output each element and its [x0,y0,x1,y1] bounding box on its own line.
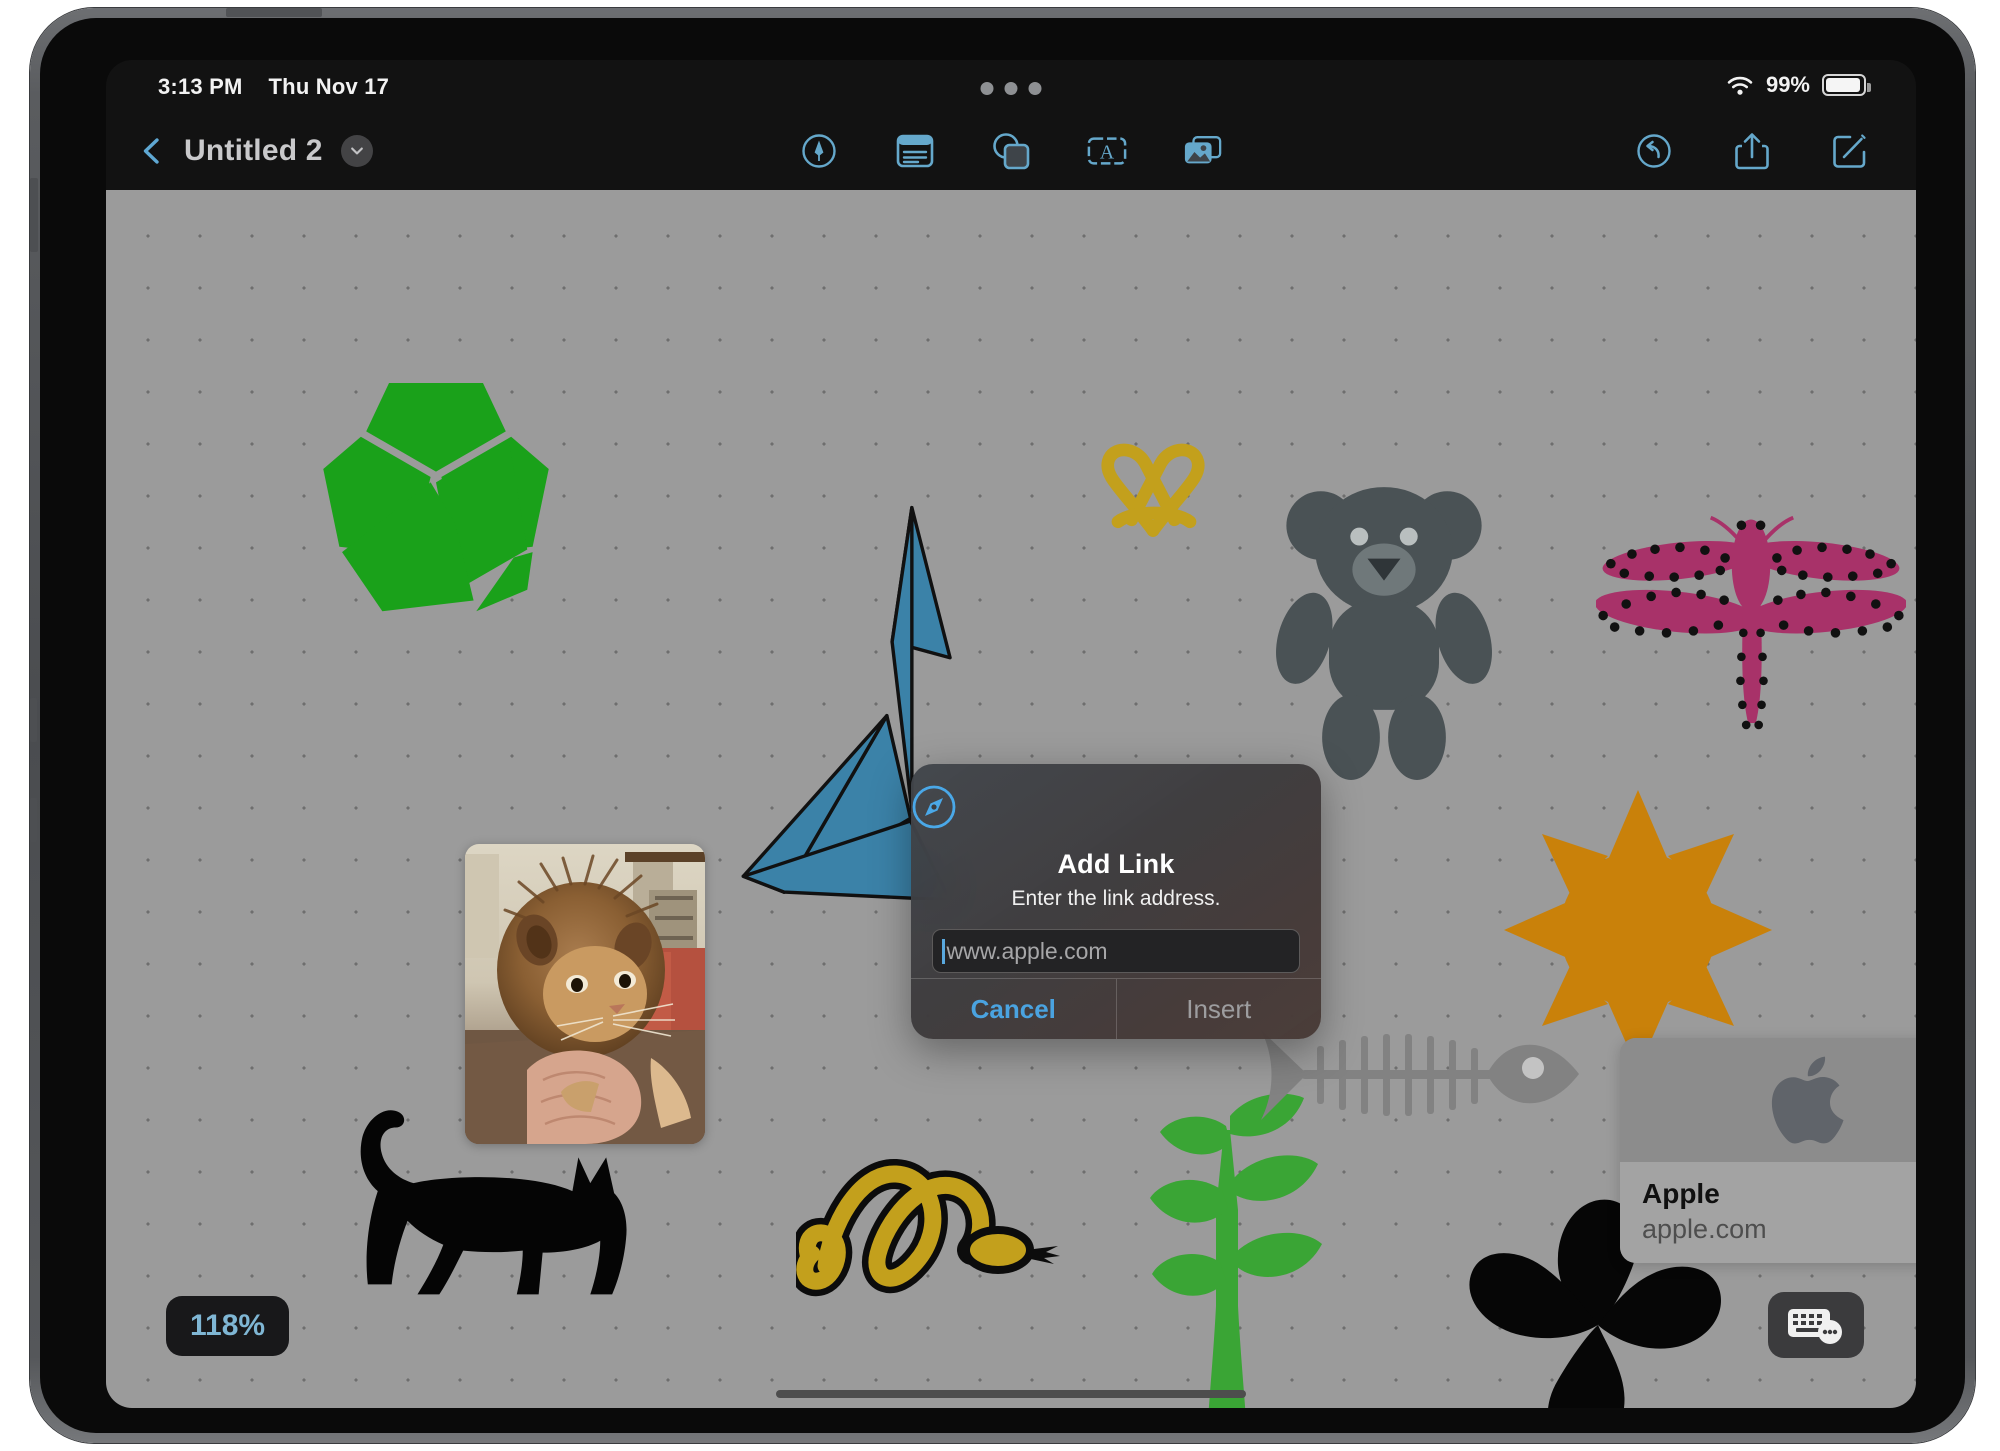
text-cursor [942,938,945,964]
status-bar-left: 3:13 PM Thu Nov 17 [158,74,389,100]
back-chevron-icon[interactable] [138,137,166,165]
photos-icon[interactable] [1183,131,1223,171]
svg-text:A: A [1100,142,1115,164]
add-link-dialog: Add Link Enter the link address. www.app… [911,764,1321,1039]
ipad-device: 3:13 PM Thu Nov 17 99% Untitled 2 A Appl… [30,8,1975,1443]
pen-in-circle-icon[interactable] [799,131,839,171]
volume-up-button[interactable] [30,698,37,742]
undo-arrow-circle-icon[interactable] [1634,131,1674,171]
document-canvas[interactable]: Apple apple.com 118% Add Link Enter the … [106,190,1916,1408]
multitask-dots-icon[interactable] [980,82,1042,95]
volume-down-button[interactable] [30,798,37,842]
status-time: 3:13 PM [158,74,243,99]
dialog-subtitle: Enter the link address. [1011,887,1221,910]
wifi-icon [1727,76,1753,95]
link-address-placeholder: www.apple.com [946,937,1108,964]
power-button[interactable] [30,178,38,252]
nav-left-group: Untitled 2 [138,134,373,168]
battery-icon [1822,74,1871,96]
status-bar: 3:13 PM Thu Nov 17 99% [106,60,1916,112]
status-bar-right: 99% [1726,72,1871,98]
nav-right-group [1634,131,1870,171]
battery-percent-label: 99% [1765,72,1810,97]
dialog-actions: Cancel Insert [911,978,1321,1039]
text-lines-icon[interactable] [895,131,935,171]
share-up-arrow-icon[interactable] [1732,131,1772,171]
safari-compass-icon [912,785,956,829]
screen-bezel: 3:13 PM Thu Nov 17 99% Untitled 2 A Appl… [40,18,1965,1433]
cancel-button[interactable]: Cancel [911,979,1117,1039]
text-box-icon[interactable]: A [1087,131,1127,171]
status-date: Thu Nov 17 [268,74,390,99]
tool-palette: A [799,131,1223,171]
dialog-title: Add Link [1057,849,1175,879]
page-title[interactable]: Untitled 2 [184,134,323,168]
link-address-input[interactable]: www.apple.com [932,929,1300,973]
insert-button[interactable]: Insert [1117,979,1322,1039]
navigation-bar: Untitled 2 A [106,112,1916,190]
ipad-screen: 3:13 PM Thu Nov 17 99% Untitled 2 A Appl… [106,60,1916,1408]
shapes-icon[interactable] [991,131,1031,171]
top-button[interactable] [226,8,322,17]
chevron-down-icon[interactable] [340,135,373,167]
compose-pencil-square-icon[interactable] [1830,131,1870,171]
